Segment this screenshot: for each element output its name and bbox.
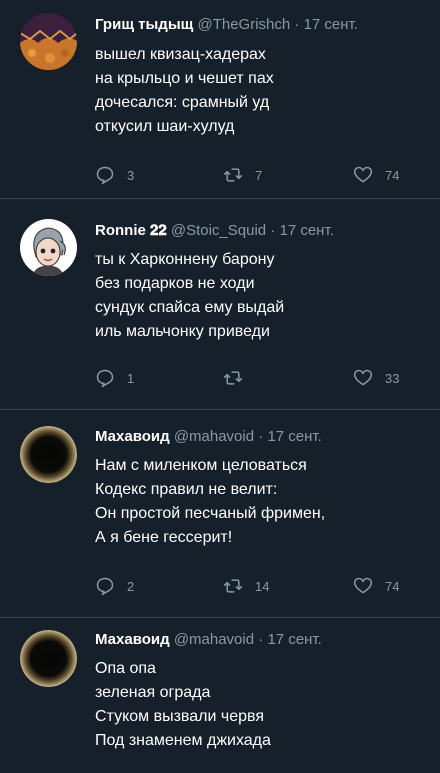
tweet-header: Махавоид @mahavoid · 17 сент. (95, 631, 322, 648)
tweet-line: Стуком вызвали червя (95, 708, 264, 725)
tweet-actions: 1 33 (95, 367, 415, 389)
author-name[interactable]: Махавоид (95, 428, 170, 445)
tweet-line: на крыльцо и чешет пах (95, 70, 274, 87)
tweet-line: без подарков не ходи (95, 275, 255, 292)
tweet-text: вышел квизац-хадерах на крыльцо и чешет … (95, 43, 274, 139)
tweet-1[interactable]: Грищ тыдыщ @TheGrishch · 17 сент. вышел … (0, 0, 440, 198)
tweet-line: Он простой песчаный фримен, (95, 505, 326, 522)
like-button[interactable]: 74 (353, 164, 399, 186)
author-name[interactable]: Ronnie 𝟐𝟐 (95, 222, 167, 239)
like-count: 74 (385, 578, 400, 594)
tweet-line: А я бене гессерит! (95, 529, 233, 546)
like-count: 74 (385, 167, 400, 183)
heart-icon (353, 577, 373, 594)
tweet-line: Опа опа (95, 660, 156, 677)
author-handle[interactable]: @Stoic_Squid (171, 222, 266, 239)
reply-button[interactable]: 3 (95, 164, 134, 186)
separator-dot: · (294, 16, 300, 33)
tweet-header: Грищ тыдыщ @TheGrishch · 17 сент. (95, 16, 358, 33)
heart-icon (353, 369, 373, 386)
tweet-actions: 2 14 74 (95, 575, 415, 597)
tweet-line: вышел квизац-хадерах (95, 46, 266, 63)
tweet-line: откусил шаи-хулуд (95, 118, 235, 135)
author-handle[interactable]: @mahavoid (174, 428, 254, 445)
tweet-text: Нам с миленком целоваться Кодекс правил … (95, 454, 325, 550)
tweet-header: Ronnie 𝟐𝟐 @Stoic_Squid · 17 сент. (95, 222, 334, 239)
reply-count: 2 (127, 578, 135, 594)
tweet-2[interactable]: Ronnie 𝟐𝟐 @Stoic_Squid · 17 сент. ты к Х… (0, 199, 440, 409)
separator-dot: · (258, 428, 264, 445)
tweet-3[interactable]: Махавоид @mahavoid · 17 сент. Нам с миле… (0, 410, 440, 617)
retweet-icon (223, 579, 243, 593)
tweet-header: Махавоид @mahavoid · 17 сент. (95, 428, 322, 445)
tweet-line: ты к Харконнену барону (95, 251, 275, 268)
author-name[interactable]: Грищ тыдыщ (95, 16, 193, 33)
reply-count: 1 (127, 370, 135, 386)
avatar-ronnie[interactable] (20, 219, 77, 276)
tweet-line: зеленая ограда (95, 684, 211, 701)
tweet-line: Под знаменем джихада (95, 732, 271, 749)
tweet-date[interactable]: 17 сент. (267, 631, 321, 648)
reply-button[interactable]: 1 (95, 367, 134, 389)
tweet-date[interactable]: 17 сент. (267, 428, 321, 445)
author-handle[interactable]: @mahavoid (174, 631, 254, 648)
retweet-icon (223, 371, 243, 385)
retweet-count: 14 (255, 578, 270, 594)
separator-dot: · (270, 222, 276, 239)
retweet-button[interactable] (223, 367, 255, 389)
reply-icon (96, 166, 114, 185)
retweet-count: 7 (255, 167, 263, 183)
retweet-icon (223, 168, 243, 182)
avatar-mahavoid[interactable] (20, 426, 77, 483)
tweet-text: ты к Харконнену барону без подарков не х… (95, 248, 284, 344)
like-button[interactable]: 74 (353, 575, 399, 597)
tweet-actions: 3 7 74 (95, 164, 415, 186)
author-name[interactable]: Махавоид (95, 631, 170, 648)
tweet-line: дочесался: срамный уд (95, 94, 270, 111)
retweet-button[interactable]: 14 (223, 575, 269, 597)
tweet-4[interactable]: Махавоид @mahavoid · 17 сент. Опа опа зе… (0, 618, 440, 773)
tweet-line: Нам с миленком целоваться (95, 457, 307, 474)
tweet-text: Опа опа зеленая ограда Стуком вызвали че… (95, 657, 271, 753)
retweet-button[interactable]: 7 (223, 164, 262, 186)
author-handle[interactable]: @TheGrishch (197, 16, 290, 33)
reply-button[interactable]: 2 (95, 575, 134, 597)
reply-icon (96, 369, 114, 388)
avatar-mahavoid[interactable] (20, 630, 77, 687)
tweet-line: сундук спайса ему выдай (95, 299, 285, 316)
heart-icon (353, 166, 373, 183)
reply-count: 3 (127, 167, 135, 183)
tweet-date[interactable]: 17 сент. (304, 16, 358, 33)
tweet-line: Кодекс правил не велит: (95, 481, 278, 498)
like-button[interactable]: 33 (353, 367, 399, 389)
separator-dot: · (258, 631, 264, 648)
avatar-grishch[interactable] (20, 13, 77, 70)
tweet-line: иль мальчонку приведи (95, 323, 270, 340)
reply-icon (96, 577, 114, 596)
like-count: 33 (385, 370, 400, 386)
tweet-date[interactable]: 17 сент. (279, 222, 333, 239)
